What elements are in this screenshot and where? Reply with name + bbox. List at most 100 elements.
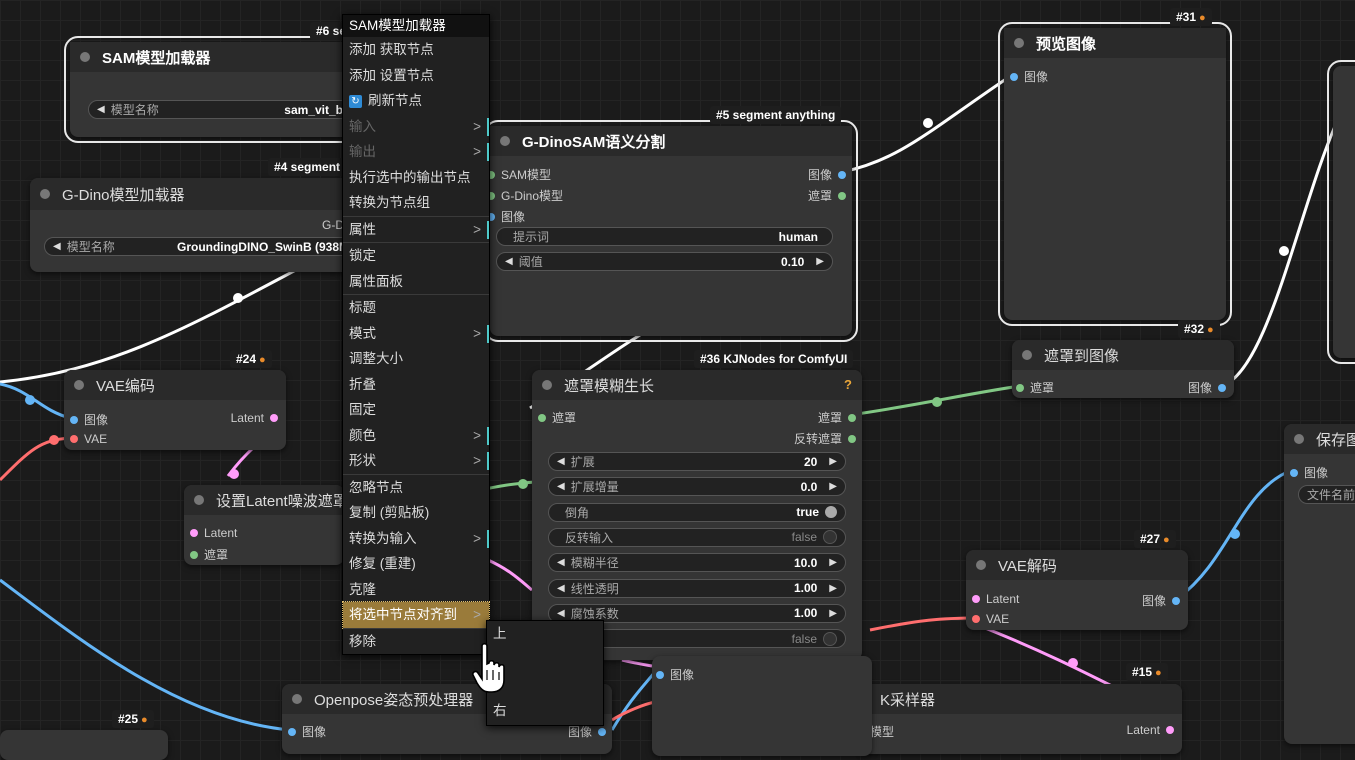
node-mask-to-image[interactable]: 遮罩到图像 遮罩 图像 xyxy=(1012,340,1234,398)
collapse-dot[interactable] xyxy=(292,694,302,704)
toggle-knob[interactable] xyxy=(825,506,837,519)
arrow-right-icon[interactable]: ▶ xyxy=(816,256,824,267)
context-menu-item[interactable]: 克隆 xyxy=(343,577,489,603)
output-inverted-mask[interactable]: 反转遮罩 xyxy=(794,430,856,447)
number-widget[interactable]: ◀ 扩展 20 ▶ xyxy=(548,452,846,471)
node-gdino-loader[interactable]: G-Dino模型加载器 G-D ◀ 模型名称 GroundingDINO_Swi… xyxy=(30,178,350,272)
context-menu-item[interactable]: 将选中节点对齐到 > xyxy=(342,601,490,629)
input-mask[interactable]: 遮罩 xyxy=(1016,379,1054,396)
arrow-left-icon[interactable]: ◀ xyxy=(97,104,105,115)
output-image[interactable]: 图像 xyxy=(808,166,846,183)
slot-dot[interactable] xyxy=(1010,72,1018,81)
node-title-bar[interactable]: K采样器 xyxy=(860,684,1182,714)
context-menu-item[interactable]: 标题 xyxy=(343,294,489,321)
node-gdino-sam[interactable]: G-DinoSAM语义分割 SAM模型 G-Dino模型 图像 图像 遮罩 提示… xyxy=(484,120,858,342)
threshold-slider[interactable]: ◀ 阈值 0.10 ▶ xyxy=(496,252,833,271)
node-set-latent-noise-mask[interactable]: 设置Latent噪波遮罩 Latent 遮罩 xyxy=(184,485,344,565)
context-menu-item[interactable]: 颜色 > xyxy=(343,423,489,449)
toggle-knob[interactable] xyxy=(823,530,837,545)
context-menu-item[interactable]: 转换为节点组 xyxy=(343,190,489,216)
context-menu-item[interactable]: 忽略节点 xyxy=(343,473,489,501)
input-mask[interactable]: 遮罩 xyxy=(538,409,576,426)
node-title-bar[interactable]: SAM模型加载器 xyxy=(70,42,350,72)
input-image[interactable]: 图像 xyxy=(487,208,525,225)
output-image[interactable]: 图像 xyxy=(1142,592,1180,609)
node-offscreen-right[interactable] xyxy=(1327,60,1355,364)
node-sam-loader[interactable]: SAM模型加载器 ◀ 模型名称 sam_vit_b xyxy=(64,36,358,143)
context-menu-item[interactable]: 执行选中的输出节点 xyxy=(343,165,489,191)
arrow-left-icon[interactable]: ◀ xyxy=(53,241,61,252)
filename-prefix-input[interactable]: 文件名前 xyxy=(1298,485,1355,504)
slot-dot[interactable] xyxy=(656,670,664,679)
input-image[interactable]: 图像 xyxy=(1290,464,1328,481)
slot-dot[interactable] xyxy=(270,414,278,422)
input-vae[interactable]: VAE xyxy=(972,612,1009,626)
arrow-right-icon[interactable]: ▶ xyxy=(829,456,837,467)
node-title-bar[interactable]: G-DinoSAM语义分割 xyxy=(490,126,852,156)
slot-dot[interactable] xyxy=(848,413,856,422)
toggle-knob[interactable] xyxy=(823,631,837,646)
collapse-dot[interactable] xyxy=(1014,38,1024,48)
slot-dot[interactable] xyxy=(190,550,198,559)
collapse-dot[interactable] xyxy=(40,189,50,199)
context-menu-item[interactable]: 属性面板 xyxy=(343,269,489,295)
node-title-bar[interactable]: 设置Latent噪波遮罩 xyxy=(184,485,344,515)
slot-dot[interactable] xyxy=(1172,596,1180,605)
output-image[interactable]: 图像 xyxy=(1188,379,1226,396)
node-save-image[interactable]: 保存图 图像 文件名前 xyxy=(1284,424,1355,744)
slot-dot[interactable] xyxy=(288,727,296,736)
arrow-right-icon[interactable]: ▶ xyxy=(829,608,837,619)
input-mask[interactable]: 遮罩 xyxy=(190,546,228,563)
arrow-left-icon[interactable]: ◀ xyxy=(557,456,565,467)
context-menu-item[interactable]: 折叠 xyxy=(343,372,489,398)
slot-dot[interactable] xyxy=(538,413,546,422)
slot-dot[interactable] xyxy=(848,434,856,443)
collapse-dot[interactable] xyxy=(1294,434,1304,444)
arrow-left-icon[interactable]: ◀ xyxy=(557,608,565,619)
node-title-bar[interactable]: G-Dino模型加载器 xyxy=(30,178,350,210)
arrow-left-icon[interactable]: ◀ xyxy=(505,256,513,267)
input-image[interactable]: 图像 xyxy=(288,723,326,740)
slot-dot[interactable] xyxy=(1218,383,1226,392)
input-image[interactable]: 图像 xyxy=(70,411,108,428)
arrow-right-icon[interactable]: ▶ xyxy=(829,557,837,568)
context-menu-item[interactable]: 移除 xyxy=(343,627,489,655)
output-mask[interactable]: 遮罩 xyxy=(818,409,856,426)
slot-dot[interactable] xyxy=(190,529,198,537)
output-mask[interactable]: 遮罩 xyxy=(808,187,846,204)
node-preview-image[interactable]: 预览图像 图像 xyxy=(998,22,1232,326)
context-menu-item[interactable]: 添加 设置节点 xyxy=(343,63,489,89)
slot-dot[interactable] xyxy=(70,415,78,424)
number-widget[interactable]: ◀ 扩展增量 0.0 ▶ xyxy=(548,477,846,497)
output-latent[interactable]: Latent xyxy=(231,411,278,425)
collapse-dot[interactable] xyxy=(1022,350,1032,360)
node-25[interactable] xyxy=(0,730,168,760)
toggle-widget[interactable]: 反转输入 false xyxy=(548,527,846,547)
input-image[interactable]: 图像 xyxy=(1010,68,1048,85)
input-vae[interactable]: VAE xyxy=(70,432,107,446)
input-latent[interactable]: Latent xyxy=(190,526,237,540)
input-latent[interactable]: Latent xyxy=(972,592,1019,606)
context-menu-item[interactable]: 修复 (重建) xyxy=(343,551,489,577)
prompt-input[interactable]: 提示词 human xyxy=(496,227,833,246)
collapse-dot[interactable] xyxy=(500,136,510,146)
node-ksampler[interactable]: K采样器 模型 Latent xyxy=(860,684,1182,754)
context-menu-item[interactable]: 形状 > xyxy=(343,448,489,474)
output-latent[interactable]: Latent xyxy=(1127,723,1174,737)
arrow-left-icon[interactable]: ◀ xyxy=(557,557,565,568)
node-vae-decode[interactable]: VAE解码 Latent VAE 图像 xyxy=(966,550,1188,630)
slot-dot[interactable] xyxy=(972,615,980,623)
input-image[interactable]: 图像 xyxy=(656,666,694,683)
slot-dot[interactable] xyxy=(838,191,846,200)
node-title-bar[interactable]: VAE编码 xyxy=(64,370,286,400)
node-title-bar[interactable]: 预览图像 xyxy=(1004,28,1226,58)
arrow-right-icon[interactable]: ▶ xyxy=(829,583,837,594)
slot-dot[interactable] xyxy=(70,435,78,443)
context-menu-item[interactable]: 锁定 xyxy=(343,242,489,269)
context-menu-item[interactable]: 模式 > xyxy=(343,321,489,347)
input-gdino-model[interactable]: G-Dino模型 xyxy=(487,187,563,204)
node-title-bar[interactable]: 保存图 xyxy=(1284,424,1355,454)
collapse-dot[interactable] xyxy=(74,380,84,390)
slot-dot[interactable] xyxy=(1166,726,1174,734)
input-sam-model[interactable]: SAM模型 xyxy=(487,166,551,183)
